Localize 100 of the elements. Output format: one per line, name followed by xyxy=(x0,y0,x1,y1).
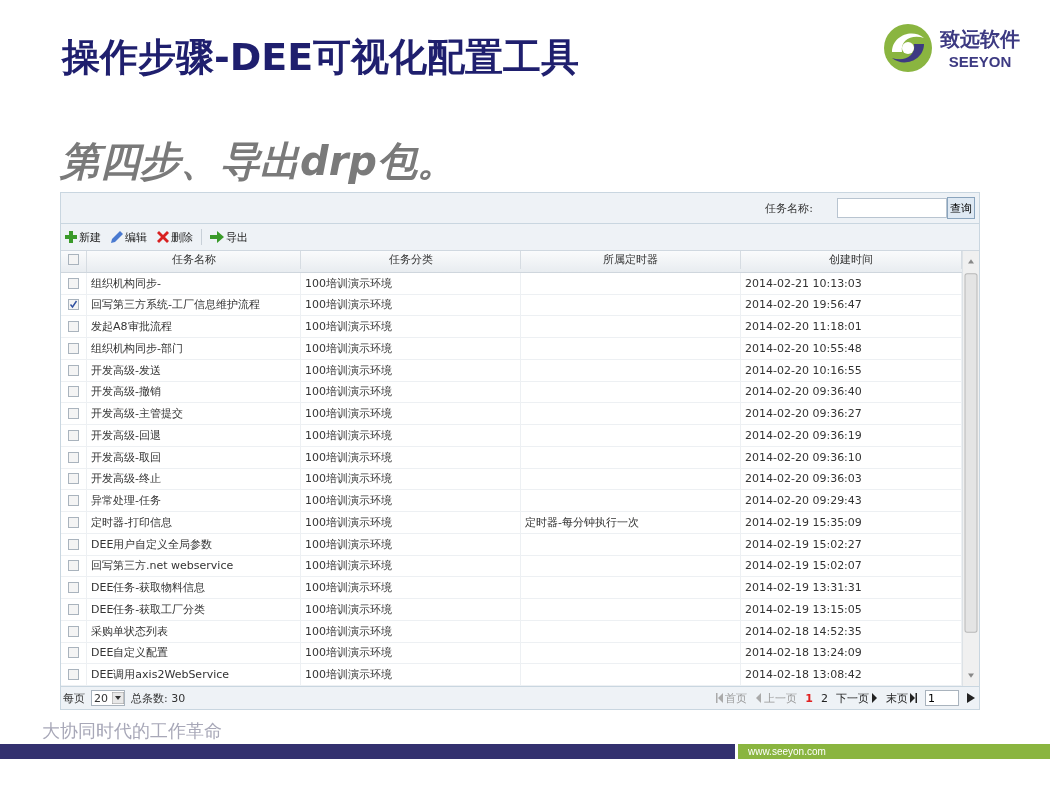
table-cell: 定时器-打印信息 xyxy=(91,514,172,530)
scrollbar[interactable] xyxy=(962,251,979,686)
checkbox[interactable] xyxy=(68,386,79,398)
table-cell: 2014-02-20 10:55:48 xyxy=(745,341,862,355)
toolbar-button[interactable]: 导出 xyxy=(208,229,250,245)
left-triangle-icon xyxy=(755,693,763,703)
column-header[interactable]: 任务名称 xyxy=(87,251,301,269)
table-cell: 100培训演示环境 xyxy=(305,362,392,378)
slogan-text: 大协同时代的工作革命 xyxy=(41,719,223,743)
table-cell: 100培训演示环境 xyxy=(305,580,392,596)
checkbox[interactable] xyxy=(68,647,79,659)
toolbar-button[interactable]: 新建 xyxy=(63,229,103,245)
last-page-icon xyxy=(910,693,917,703)
table-cell: 2014-02-18 13:08:42 xyxy=(745,668,862,682)
table-cell: 2014-02-19 15:35:09 xyxy=(745,515,862,529)
table-cell: 100培训演示环境 xyxy=(305,645,392,661)
pager-link[interactable]: 末页 xyxy=(886,690,917,706)
table-cell: 2014-02-19 15:02:07 xyxy=(745,559,862,573)
table-cell: 100培训演示环境 xyxy=(305,406,392,422)
swirl-logo-icon xyxy=(882,22,934,74)
table-cell: 2014-02-20 19:56:47 xyxy=(745,298,862,312)
table-cell: DEE自定义配置 xyxy=(91,645,169,661)
page-input[interactable]: 1 xyxy=(925,690,959,706)
table-cell: 100培训演示环境 xyxy=(305,449,392,465)
pager-link[interactable]: 下一页 xyxy=(836,690,878,706)
table-cell: 100培训演示环境 xyxy=(305,623,392,639)
table-cell: 2014-02-19 15:02:27 xyxy=(745,537,862,551)
table-cell: 开发高级-主管提交 xyxy=(91,406,183,422)
table-cell: 100培训演示环境 xyxy=(305,667,392,683)
table-cell: 100培训演示环境 xyxy=(305,601,392,617)
checkbox[interactable] xyxy=(68,321,79,333)
column-header[interactable]: 所属定时器 xyxy=(521,251,741,269)
cross-icon xyxy=(157,231,169,243)
table-cell: 采购单状态列表 xyxy=(91,623,168,639)
table-cell: 100培训演示环境 xyxy=(305,297,392,313)
checkbox[interactable] xyxy=(68,342,79,354)
table-cell: 开发高级-终止 xyxy=(91,471,161,487)
table-cell: 回写第三方系统-工厂信息维护流程 xyxy=(91,297,260,313)
checkbox[interactable] xyxy=(68,603,79,615)
logo-text: 致远软件 xyxy=(940,26,1020,53)
table-cell: 100培训演示环境 xyxy=(305,384,392,400)
checkbox[interactable] xyxy=(68,364,79,376)
checkbox[interactable] xyxy=(68,560,79,572)
pencil-icon xyxy=(111,231,123,243)
table-cell: 2014-02-18 13:24:09 xyxy=(745,646,862,660)
toolbar-button[interactable]: 删除 xyxy=(155,229,195,245)
table-cell: 定时器-每分钟执行一次 xyxy=(525,514,639,530)
table-cell: 异常处理-任务 xyxy=(91,493,161,509)
table-cell: 2014-02-18 14:52:35 xyxy=(745,624,862,638)
table-cell: 开发高级-回退 xyxy=(91,427,161,443)
search-field[interactable] xyxy=(837,198,947,218)
checkbox[interactable] xyxy=(68,538,79,550)
table-cell: 开发高级-发送 xyxy=(91,362,161,378)
table-cell: 2014-02-20 09:36:27 xyxy=(745,407,862,421)
checkbox[interactable] xyxy=(68,299,79,311)
search-button[interactable]: 查询 xyxy=(947,197,975,219)
checkbox[interactable] xyxy=(68,429,79,441)
checkbox[interactable] xyxy=(68,408,79,420)
checkbox[interactable] xyxy=(68,669,79,681)
table-cell: 发起A8审批流程 xyxy=(91,319,172,335)
table-cell: 2014-02-20 09:36:10 xyxy=(745,450,862,464)
checkbox[interactable] xyxy=(68,625,79,637)
table-cell: 2014-02-20 09:36:19 xyxy=(745,428,862,442)
go-icon[interactable] xyxy=(967,693,975,703)
table-cell: 2014-02-21 10:13:03 xyxy=(745,276,862,290)
first-page-icon xyxy=(716,693,724,703)
table-cell: 100培训演示环境 xyxy=(305,558,392,574)
toolbar-button[interactable]: 编辑 xyxy=(109,229,149,245)
table-cell: 100培训演示环境 xyxy=(305,319,392,335)
column-header[interactable]: 任务分类 xyxy=(301,251,521,269)
table-cell: 100培训演示环境 xyxy=(305,275,392,291)
table-cell: 2014-02-20 11:18:01 xyxy=(745,320,862,334)
table-cell: DEE用户自定义全局参数 xyxy=(91,536,213,552)
table-cell: 2014-02-20 09:36:40 xyxy=(745,385,862,399)
table-cell: 100培训演示环境 xyxy=(305,471,392,487)
table-cell: 组织机构同步-部门 xyxy=(91,340,183,356)
table-cell: 开发高级-取回 xyxy=(91,449,161,465)
table-cell: 100培训演示环境 xyxy=(305,514,392,530)
page-number[interactable]: 2 xyxy=(821,691,828,705)
checkbox[interactable] xyxy=(68,473,79,485)
checkbox[interactable] xyxy=(68,254,79,266)
right-triangle-icon xyxy=(871,693,878,703)
table-cell: DEE调用axis2WebService xyxy=(91,667,230,683)
table-cell: 2014-02-19 13:31:31 xyxy=(745,581,862,595)
checkbox[interactable] xyxy=(68,516,79,528)
checkbox[interactable] xyxy=(68,582,79,594)
checkbox[interactable] xyxy=(68,277,79,289)
checkbox[interactable] xyxy=(68,451,79,463)
checkbox[interactable] xyxy=(68,495,79,507)
slide-title: 操作步骤-DEE可视化配置工具 xyxy=(62,34,580,81)
page-size-select[interactable]: 20 xyxy=(91,690,125,706)
logo-brand: SEEYON xyxy=(948,53,1012,70)
table-cell: 100培训演示环境 xyxy=(305,493,392,509)
table-cell: 100培训演示环境 xyxy=(305,427,392,443)
page-number[interactable]: 1 xyxy=(805,691,813,705)
table-cell: 回写第三方.net webservice xyxy=(91,558,234,574)
table-cell: 2014-02-20 09:29:43 xyxy=(745,494,862,508)
dropdown-icon xyxy=(112,692,124,704)
per-page-label: 每页 xyxy=(63,690,85,706)
website-url: www.seeyon.com xyxy=(735,744,1050,759)
